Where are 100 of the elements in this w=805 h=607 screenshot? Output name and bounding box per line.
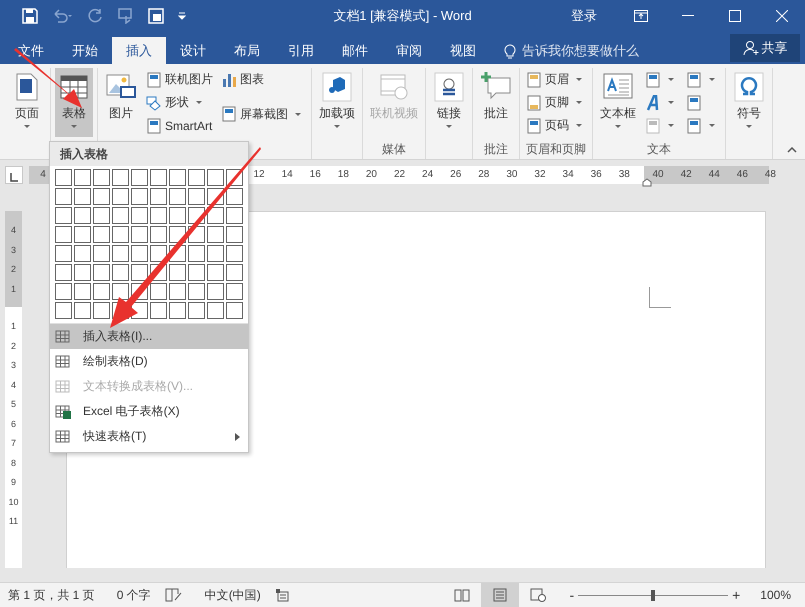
caret-icon (668, 101, 674, 104)
ruler-number: 3 (10, 359, 16, 372)
margin-corner-mark (649, 287, 671, 308)
caret-icon (24, 125, 30, 128)
open-book-icon (454, 588, 470, 602)
lightbulb-icon (504, 42, 516, 58)
ribbon-button[interactable]: 图片 (102, 68, 140, 137)
ruler-number: 24 (421, 169, 434, 180)
collapse-ribbon-icon[interactable] (787, 147, 797, 153)
spreadsheet-icon (55, 404, 71, 418)
ruler-number: 14 (280, 169, 294, 180)
ribbon-button[interactable]: 页脚 (524, 94, 588, 111)
redo-icon[interactable] (88, 8, 104, 24)
submenu-arrow-icon (235, 432, 240, 440)
zoom-in-button[interactable]: + (728, 587, 744, 603)
ruler-number: 38 (618, 169, 631, 180)
window-arrow-icon (634, 10, 648, 22)
menu-item[interactable]: 快速表格(T) (50, 424, 248, 449)
ruler-number: 20 (364, 169, 378, 180)
sign-in-link[interactable]: 登录 (571, 7, 597, 25)
page-lines-icon (492, 588, 508, 602)
menu-item[interactable]: 绘制表格(D) (50, 349, 248, 374)
table-size-grid[interactable] (55, 169, 243, 319)
ruler-number: 2 (10, 263, 16, 276)
ruler-number: 4 (10, 224, 16, 237)
ruler-number: 18 (336, 169, 350, 180)
caret-icon (709, 124, 715, 127)
window-layout-icon[interactable] (148, 8, 164, 24)
slanted-letter-icon (645, 94, 661, 110)
ribbon-button[interactable]: 文本框 (597, 68, 639, 137)
ribbon-button[interactable]: 链接 (430, 68, 468, 137)
save-icon[interactable] (22, 8, 38, 24)
tab-selector[interactable] (5, 166, 23, 184)
caret-icon (668, 124, 674, 127)
caret-icon (446, 125, 452, 128)
window-title: 文档1 [兼容模式] - Word (333, 7, 472, 25)
customize-caret-icon[interactable] (178, 12, 186, 20)
cube-icon (321, 71, 353, 103)
tell-me-field[interactable]: 告诉我你想要做什么 (520, 42, 674, 59)
zoom-slider-thumb[interactable] (651, 590, 656, 600)
caret-icon (746, 125, 752, 128)
omega-icon (733, 71, 765, 103)
ruler-number: 11 (8, 515, 18, 528)
ribbon-button[interactable]: 联机图片 (144, 71, 215, 88)
person-plus-icon (742, 40, 758, 56)
caret-icon (668, 78, 674, 81)
ruler-number: 6 (10, 418, 16, 430)
ribbon-button[interactable]: 符号 (730, 68, 768, 137)
ribbon-tab[interactable]: 插入 (112, 37, 166, 64)
ruler-number: 5 (10, 398, 16, 411)
ruler-number: 9 (10, 476, 16, 489)
ribbon-button[interactable]: 页面 (8, 68, 46, 137)
ruler-number: 10 (8, 496, 18, 508)
menu-title: 插入表格 (50, 142, 248, 166)
ribbon-button[interactable]: 页码 (524, 117, 588, 134)
ribbon-button[interactable]: 图表 (219, 71, 307, 88)
ribbon-tab[interactable]: 设计 (166, 37, 220, 64)
menu-item[interactable]: Excel 电子表格(X) (50, 399, 248, 424)
ruler-number: 1 (10, 282, 16, 296)
ribbon-tab[interactable]: 审阅 (382, 37, 436, 64)
caret-icon (334, 125, 340, 128)
ribbon-button[interactable]: 屏幕截图 (219, 106, 307, 122)
ribbon-button[interactable]: 加载项 (316, 68, 358, 137)
zoom-level[interactable]: 100% (760, 588, 791, 602)
header-page-icon (526, 72, 542, 88)
menu-item[interactable]: 插入表格(I)... (50, 324, 248, 349)
close-icon (776, 10, 788, 22)
ruler-number: 28 (477, 169, 490, 180)
caret-icon (615, 125, 621, 128)
caret-icon (196, 101, 202, 104)
ribbon-tab[interactable]: 布局 (220, 37, 274, 64)
ruler-number: 16 (308, 169, 322, 180)
touch-mode-icon[interactable] (118, 8, 134, 24)
ribbon-tab[interactable]: 邮件 (328, 37, 382, 64)
language: 中文(中国) (204, 586, 261, 604)
share-button[interactable]: 共享 (730, 34, 800, 62)
ribbon-button[interactable]: SmartArt (144, 118, 215, 134)
group-label: 页眉和页脚 (525, 141, 587, 158)
print-layout-button[interactable] (481, 583, 520, 607)
ribbon-button[interactable]: 表格 (55, 68, 93, 137)
ruler-number: 22 (392, 169, 406, 180)
undo-icon[interactable] (52, 8, 74, 24)
shapes-icon (146, 94, 162, 110)
maximize-icon (728, 10, 740, 22)
ruler-number: 26 (449, 169, 462, 180)
ruler-number: 4 (10, 378, 16, 392)
ribbon-tab[interactable]: 引用 (274, 37, 328, 64)
ribbon-tab[interactable]: 视图 (436, 37, 490, 64)
ribbon-tab[interactable]: 开始 (58, 37, 112, 64)
zoom-out-button[interactable]: - (565, 587, 578, 603)
minimize-icon (682, 15, 694, 17)
ribbon-button[interactable]: 形状 (144, 94, 215, 111)
ruler-number: 3 (10, 244, 16, 256)
proofing-icon[interactable] (164, 587, 183, 603)
ruler-number: 2 (10, 340, 16, 352)
macro-icon[interactable] (274, 588, 289, 602)
corner-tab-icon (10, 172, 18, 182)
ribbon-button[interactable]: 批注 (477, 68, 515, 137)
ribbon-button[interactable]: 页眉 (524, 71, 588, 88)
table-icon (55, 430, 71, 444)
